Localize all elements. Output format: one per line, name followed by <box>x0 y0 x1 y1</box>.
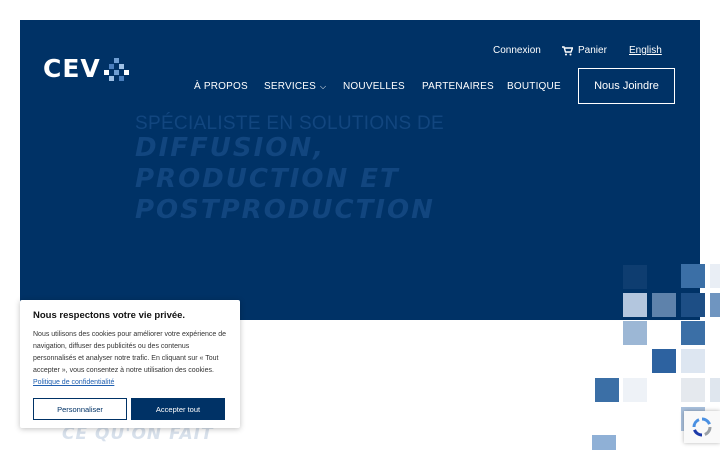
hero-banner: CEV Connexion Panier English À PROPOS SE… <box>20 20 700 320</box>
language-link[interactable]: English <box>629 45 662 56</box>
hero-title: DIFFUSION, PRODUCTION ET POSTPRODUCTION <box>135 133 435 226</box>
chevron-down-icon: ⌵ <box>320 82 327 91</box>
nav-item-partenaires[interactable]: PARTENAIRES <box>422 81 494 92</box>
cev-logo[interactable]: CEV <box>43 56 130 81</box>
hero-title-line: PRODUCTION ET <box>135 164 400 194</box>
hero-title-line: DIFFUSION, <box>135 133 326 163</box>
logo-dots-icon <box>103 57 130 81</box>
nav-item-boutique[interactable]: BOUTIQUE <box>507 81 561 92</box>
nav-item-nouvelles[interactable]: NOUVELLES <box>343 81 405 92</box>
cookie-title: Nous respectons votre vie privée. <box>33 310 186 321</box>
hero-subtitle: SPÉCIALISTE EN SOLUTIONS DE <box>135 113 445 134</box>
contact-button[interactable]: Nous Joindre <box>578 68 675 104</box>
cookie-body: Nous utilisons des cookies pour améliore… <box>33 331 226 374</box>
privacy-policy-link[interactable]: Politique de confidentialité <box>33 379 114 386</box>
nav-item-label: SERVICES <box>264 81 316 92</box>
cookie-text: Nous utilisons des cookies pour améliore… <box>33 329 227 389</box>
cookie-consent-dialog: Nous respectons votre vie privée. Nous u… <box>20 300 240 428</box>
cart-icon <box>562 45 573 55</box>
accept-all-button[interactable]: Accepter tout <box>131 398 225 420</box>
recaptcha-badge[interactable] <box>684 411 720 443</box>
cart-label: Panier <box>578 45 607 56</box>
nav-item-services[interactable]: SERVICES ⌵ <box>264 81 326 92</box>
login-link[interactable]: Connexion <box>493 45 541 56</box>
customize-button[interactable]: Personnaliser <box>33 398 127 420</box>
logo-text: CEV <box>43 54 101 83</box>
nav-item-a-propos[interactable]: À PROPOS <box>194 81 248 92</box>
cart-link[interactable]: Panier <box>562 45 607 56</box>
hero-title-line: POSTPRODUCTION <box>135 195 435 225</box>
recaptcha-icon <box>692 417 712 437</box>
